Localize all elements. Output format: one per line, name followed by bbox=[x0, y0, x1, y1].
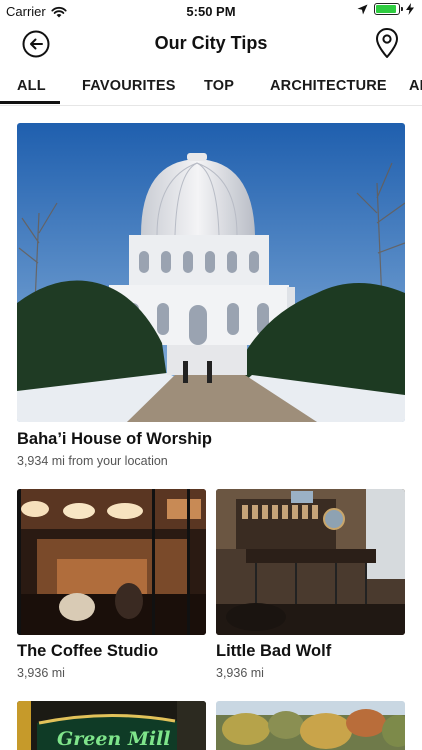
tab-all[interactable]: ALL bbox=[17, 78, 46, 94]
autumn-park-photo bbox=[216, 701, 405, 750]
tab-art[interactable]: AR bbox=[409, 78, 422, 94]
map-pin-icon[interactable] bbox=[374, 27, 400, 59]
status-right bbox=[357, 3, 414, 15]
tab-top[interactable]: TOP bbox=[204, 78, 234, 94]
tip-image[interactable] bbox=[216, 489, 405, 635]
location-arrow-icon bbox=[357, 4, 368, 14]
cafe-interior-photo bbox=[17, 489, 206, 635]
charging-bolt-icon bbox=[406, 3, 414, 15]
tip-title[interactable]: Little Bad Wolf bbox=[216, 642, 331, 661]
category-tabs: ALL FAVOURITES TOP ARCHITECTURE AR bbox=[0, 70, 422, 106]
tabs-divider bbox=[0, 105, 422, 106]
tip-distance: 3,934 mi from your location bbox=[17, 454, 168, 468]
tip-title[interactable]: The Coffee Studio bbox=[17, 642, 158, 661]
tip-distance: 3,936 mi bbox=[17, 666, 65, 680]
active-tab-indicator bbox=[0, 101, 60, 104]
tip-image[interactable] bbox=[216, 701, 405, 750]
battery-cap bbox=[401, 7, 403, 11]
tip-distance: 3,936 mi bbox=[216, 666, 264, 680]
bar-interior-photo bbox=[216, 489, 405, 635]
tip-image[interactable]: Green Mill bbox=[17, 701, 206, 750]
navigation-bar: Our City Tips bbox=[0, 22, 422, 66]
status-bar: Carrier 5:50 PM bbox=[0, 0, 422, 22]
neon-sign-photo: Green Mill bbox=[17, 701, 206, 750]
tab-architecture[interactable]: ARCHITECTURE bbox=[270, 78, 387, 94]
tip-title[interactable]: Baha’i House of Worship bbox=[17, 430, 212, 449]
tip-image[interactable] bbox=[17, 489, 206, 635]
tab-favourites[interactable]: FAVOURITES bbox=[82, 78, 176, 94]
battery-level bbox=[376, 5, 396, 13]
page-title: Our City Tips bbox=[154, 33, 268, 53]
temple-photo bbox=[17, 123, 405, 422]
sign-text: Green Mill bbox=[57, 728, 171, 750]
tip-image[interactable] bbox=[17, 123, 405, 422]
battery-icon bbox=[374, 3, 403, 15]
